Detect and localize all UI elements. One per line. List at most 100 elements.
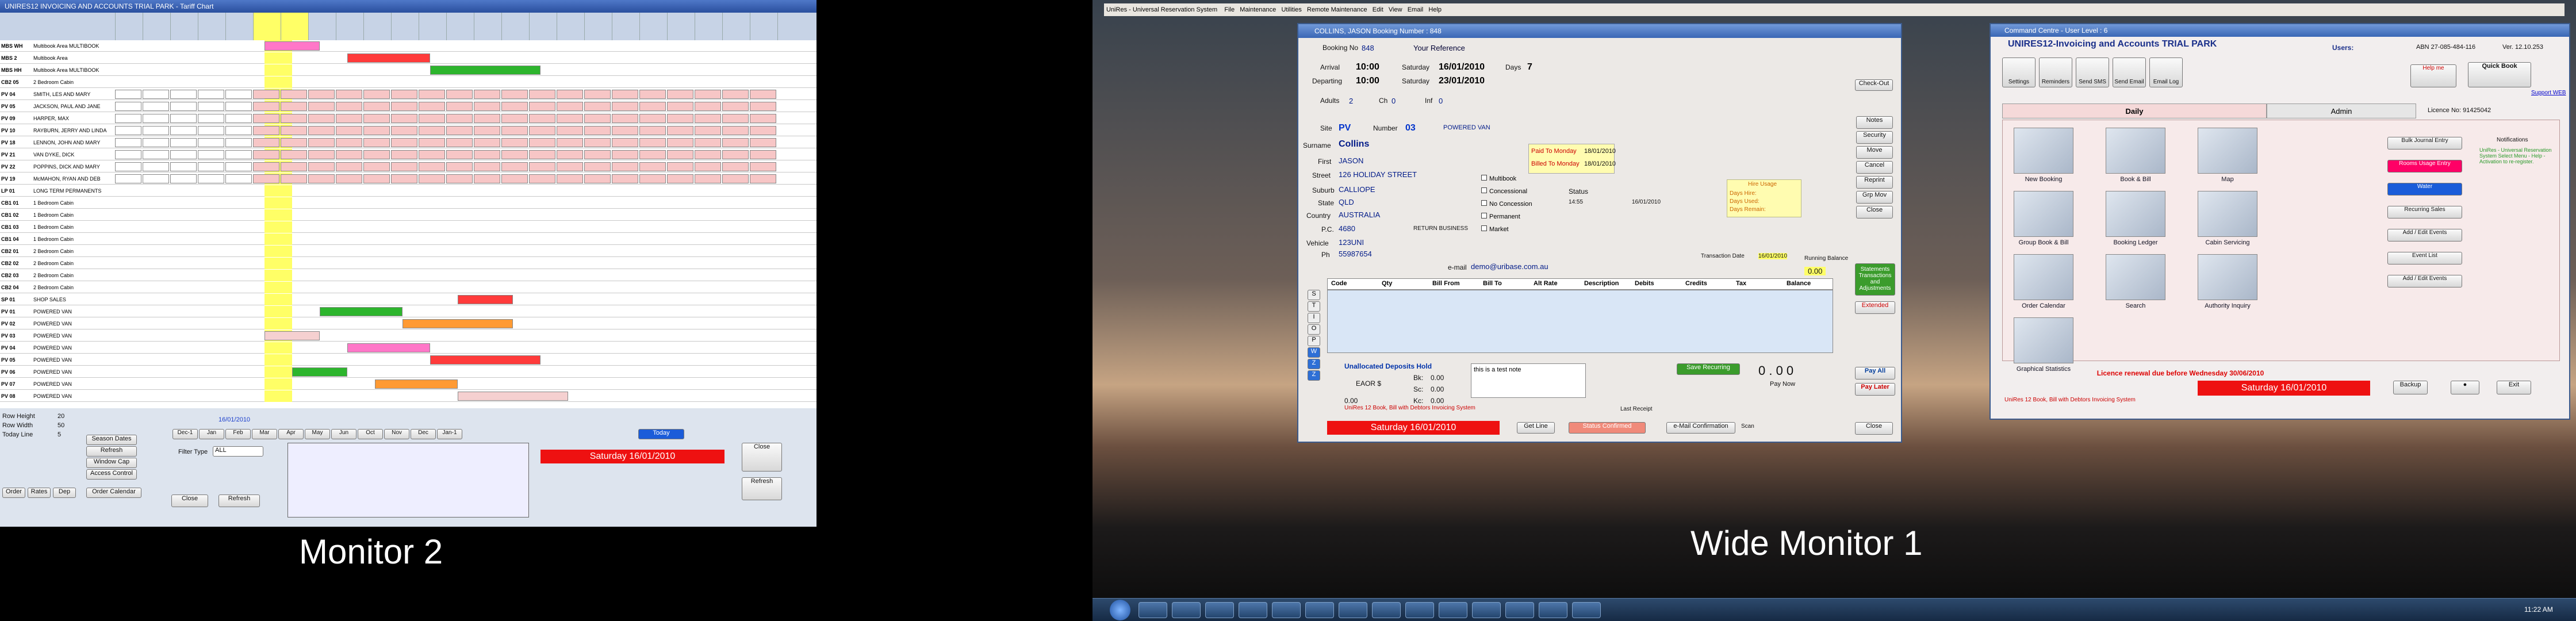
email-confirmation-button[interactable]: e-Mail Confirmation: [1666, 422, 1735, 434]
help-button[interactable]: Help me: [2410, 64, 2456, 87]
grid-row[interactable]: CB2 02 2 Bedroom Cabin: [0, 258, 816, 269]
booking-block[interactable]: [474, 114, 500, 123]
side-action-button[interactable]: Bulk Journal Entry: [2387, 137, 2462, 150]
date-column-header[interactable]: [529, 13, 557, 40]
booking-block[interactable]: [391, 102, 417, 111]
row-height-value[interactable]: 20: [57, 413, 64, 420]
booking-block[interactable]: [198, 174, 224, 183]
booking-block[interactable]: [281, 114, 307, 123]
grid-row[interactable]: PV 07 POWERED VAN: [0, 378, 816, 390]
taskbar-app-icon[interactable]: [1239, 602, 1267, 618]
booking-block[interactable]: [336, 126, 362, 135]
booking-block[interactable]: [419, 126, 445, 135]
booking-block[interactable]: [639, 126, 666, 135]
booking-block[interactable]: [115, 90, 141, 99]
option-checkbox[interactable]: Market: [1481, 225, 1509, 233]
grid-row[interactable]: PV 03 POWERED VAN: [0, 330, 816, 342]
booking-block[interactable]: [529, 126, 555, 135]
alarm-icon[interactable]: ●: [2451, 381, 2479, 394]
booking-block[interactable]: [198, 90, 224, 99]
booking-block[interactable]: [501, 90, 528, 99]
grid-row[interactable]: MBS 2 Multibook Area: [0, 52, 816, 64]
grid-row[interactable]: SP 01 SHOP SALES: [0, 294, 816, 305]
booking-block[interactable]: [446, 102, 473, 111]
booking-block[interactable]: [695, 150, 721, 159]
date-column-header[interactable]: [612, 13, 639, 40]
booking-block[interactable]: [363, 102, 390, 111]
arrival-time[interactable]: 10:00: [1356, 62, 1379, 72]
taskbar-app-icon[interactable]: [1372, 602, 1401, 618]
grid-row[interactable]: PV 01 POWERED VAN: [0, 306, 816, 317]
booking-block[interactable]: [419, 114, 445, 123]
date-column-header[interactable]: [667, 13, 695, 40]
order-button[interactable]: Order: [2, 488, 25, 498]
booking-block[interactable]: [474, 90, 500, 99]
state-field[interactable]: QLD: [1339, 198, 1354, 206]
feature-icon[interactable]: [2014, 128, 2073, 174]
get-line-button[interactable]: Get Line: [1517, 422, 1555, 434]
booking-block[interactable]: [347, 53, 430, 63]
booking-block[interactable]: [170, 138, 197, 147]
type-button[interactable]: I: [1308, 313, 1320, 323]
booking-block[interactable]: [281, 174, 307, 183]
booking-block[interactable]: [170, 126, 197, 135]
booking-block[interactable]: [391, 126, 417, 135]
feature-icon[interactable]: [2106, 191, 2165, 237]
booking-block[interactable]: [198, 162, 224, 171]
option-checkbox[interactable]: Permanent: [1481, 213, 1520, 220]
grid-row[interactable]: CB2 01 2 Bedroom Cabin: [0, 246, 816, 257]
toolbar-button[interactable]: Send SMS: [2076, 57, 2109, 87]
booking-block[interactable]: [529, 138, 555, 147]
column-header[interactable]: Qty: [1382, 280, 1392, 287]
column-header[interactable]: Alt Rate: [1534, 280, 1558, 287]
booking-block[interactable]: [750, 174, 776, 183]
side-button[interactable]: Reprint: [1856, 176, 1893, 189]
booking-block[interactable]: [170, 114, 197, 123]
booking-block[interactable]: [115, 174, 141, 183]
booking-block[interactable]: [375, 379, 458, 389]
booking-block[interactable]: [612, 150, 638, 159]
booking-block[interactable]: [612, 138, 638, 147]
booking-block[interactable]: [170, 90, 197, 99]
booking-block[interactable]: [336, 114, 362, 123]
month-button[interactable]: Apr: [278, 429, 304, 439]
booking-block[interactable]: [529, 90, 555, 99]
booking-block[interactable]: [225, 126, 252, 135]
booking-block[interactable]: [391, 114, 417, 123]
taskbar-app-icon[interactable]: [1339, 602, 1367, 618]
date-column-header[interactable]: [557, 13, 584, 40]
booking-block[interactable]: [292, 367, 347, 377]
booking-block[interactable]: [320, 307, 402, 316]
booking-block[interactable]: [143, 150, 169, 159]
booking-block[interactable]: [501, 114, 528, 123]
grid-row[interactable]: CB1 02 1 Bedroom Cabin: [0, 209, 816, 221]
booking-block[interactable]: [446, 90, 473, 99]
booking-block[interactable]: [750, 114, 776, 123]
feature-icon[interactable]: [2106, 254, 2165, 300]
date-column-header[interactable]: [750, 13, 777, 40]
booking-block[interactable]: [584, 162, 611, 171]
booking-block[interactable]: [695, 174, 721, 183]
booking-block[interactable]: [170, 102, 197, 111]
number-value[interactable]: 03: [1405, 123, 1416, 133]
side-button[interactable]: Security: [1856, 131, 1893, 144]
booking-block[interactable]: [143, 114, 169, 123]
month-button[interactable]: Dec-1: [172, 429, 198, 439]
booking-block[interactable]: [264, 41, 320, 51]
booking-block[interactable]: [198, 126, 224, 135]
booking-block[interactable]: [639, 150, 666, 159]
month-button[interactable]: Jun: [331, 429, 356, 439]
booking-block[interactable]: [722, 126, 749, 135]
booking-block[interactable]: [419, 90, 445, 99]
booking-block[interactable]: [115, 126, 141, 135]
booking-block[interactable]: [363, 150, 390, 159]
booking-block[interactable]: [225, 150, 252, 159]
grid-row[interactable]: CB1 04 1 Bedroom Cabin: [0, 233, 816, 245]
order-calendar-button[interactable]: Order Calendar: [86, 488, 141, 498]
grid-row[interactable]: PV 05 JACKSON, PAUL AND JANE: [0, 101, 816, 112]
infants-value[interactable]: 0: [1439, 97, 1443, 105]
column-header[interactable]: Tax: [1736, 280, 1746, 287]
date-column-header[interactable]: [584, 13, 612, 40]
grid-row[interactable]: CB1 01 1 Bedroom Cabin: [0, 197, 816, 209]
booking-block[interactable]: [695, 114, 721, 123]
